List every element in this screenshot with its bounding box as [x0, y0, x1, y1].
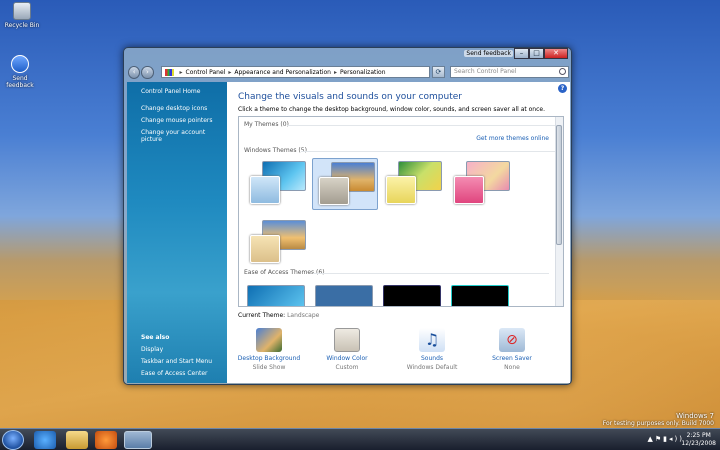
- current-theme-label: Current Theme:: [238, 312, 286, 319]
- watermark-build: For testing purposes only. Build 7000: [602, 420, 714, 427]
- theme-color-swatch: [386, 176, 416, 204]
- see-also-heading: See also: [141, 334, 170, 341]
- theme-landscape-selected[interactable]: [312, 158, 378, 210]
- current-theme-value: Landscape: [287, 312, 320, 319]
- ease-of-access-center-link[interactable]: Ease of Access Center: [141, 370, 208, 377]
- taskbar-start-menu-link[interactable]: Taskbar and Start Menu: [141, 358, 212, 365]
- sounds-link[interactable]: Sounds: [397, 355, 467, 362]
- media-player-icon[interactable]: [95, 431, 117, 449]
- windows-explorer-icon[interactable]: [66, 431, 88, 449]
- recycle-bin-desktop-icon[interactable]: Recycle Bin: [2, 2, 42, 29]
- group-divider: [287, 125, 557, 126]
- theme-high-contrast-1[interactable]: [383, 285, 441, 306]
- window-color-value: Custom: [335, 364, 359, 371]
- theme-architecture[interactable]: [244, 217, 310, 269]
- theme-high-contrast-2[interactable]: [451, 285, 509, 306]
- maximize-button[interactable]: □: [529, 48, 544, 59]
- my-themes-heading: My Themes (0): [244, 121, 289, 128]
- change-mouse-pointers-link[interactable]: Change mouse pointers: [141, 117, 227, 124]
- desktop-background-icon: [256, 328, 282, 352]
- help-icon[interactable]: ?: [558, 84, 567, 93]
- desktop-background-setting[interactable]: Desktop Background Slide Show: [234, 328, 304, 371]
- window-color-icon: [334, 328, 360, 352]
- taskbar: ▲⚑▮◂)) 2:25 PM 12/23/2008: [0, 428, 720, 450]
- theme-color-swatch: [319, 177, 349, 205]
- watermark-os: Windows 7: [676, 412, 714, 420]
- breadcrumb-arrow-icon: ▸: [179, 68, 183, 76]
- sounds-setting[interactable]: ♫ Sounds Windows Default: [397, 328, 467, 371]
- windows-themes-heading: Windows Themes (5): [244, 147, 307, 154]
- internet-explorer-icon[interactable]: [34, 431, 56, 449]
- theme-basic[interactable]: [247, 285, 305, 306]
- theme-color-swatch: [454, 176, 484, 204]
- system-tray-icons[interactable]: ▲⚑▮◂)): [648, 435, 685, 443]
- scrollbar-thumb[interactable]: [556, 125, 562, 245]
- theme-windows7[interactable]: [244, 158, 310, 210]
- navigation-bar: ‹ › ▸ Control Panel ▸ Appearance and Per…: [128, 64, 569, 80]
- clock-time: 2:25 PM: [686, 432, 711, 439]
- window-content: Control Panel Home Change desktop icons …: [127, 82, 570, 383]
- desktop-background-value: Slide Show: [252, 364, 286, 371]
- search-icon: [558, 68, 566, 75]
- search-input[interactable]: Search Control Panel: [450, 66, 569, 78]
- send-feedback-label: Send feedback: [6, 75, 34, 89]
- window-color-link[interactable]: Window Color: [312, 355, 382, 362]
- send-feedback-desktop-icon[interactable]: Send feedback: [0, 55, 40, 89]
- screen-saver-link[interactable]: Screen Saver: [477, 355, 547, 362]
- search-placeholder: Search Control Panel: [454, 68, 517, 75]
- display-link[interactable]: Display: [141, 346, 163, 353]
- personalization-window: Send feedback – □ ✕ ‹ › ▸ Control Panel …: [123, 47, 572, 385]
- send-feedback-link[interactable]: Send feedback: [464, 50, 513, 57]
- recycle-bin-label: Recycle Bin: [4, 22, 40, 29]
- personalization-taskbar-button[interactable]: [124, 431, 152, 449]
- start-button[interactable]: [2, 430, 24, 450]
- left-task-pane: Control Panel Home Change desktop icons …: [127, 82, 227, 383]
- minimize-button[interactable]: –: [514, 48, 529, 59]
- page-title: Change the visuals and sounds on your co…: [238, 92, 462, 102]
- feedback-icon: [11, 55, 29, 73]
- sounds-value: Windows Default: [406, 364, 458, 371]
- address-bar[interactable]: ▸ Control Panel ▸ Appearance and Persona…: [160, 66, 430, 78]
- page-subtitle: Click a theme to change the desktop back…: [238, 106, 545, 113]
- close-button[interactable]: ✕: [544, 48, 568, 59]
- breadcrumb-personalization[interactable]: Personalization: [340, 69, 386, 76]
- breadcrumb-arrow-icon[interactable]: ▸: [228, 69, 231, 76]
- screen-saver-value: None: [504, 364, 520, 371]
- theme-color-swatch: [250, 176, 280, 204]
- back-button[interactable]: ‹: [128, 65, 141, 79]
- current-theme: Current Theme: Landscape: [238, 312, 319, 319]
- theme-classic[interactable]: [315, 285, 373, 306]
- forward-button[interactable]: ›: [141, 65, 154, 79]
- clock[interactable]: 2:25 PM 12/23/2008: [681, 432, 716, 448]
- breadcrumb-arrow-icon[interactable]: ▸: [334, 69, 337, 76]
- control-panel-home-link[interactable]: Control Panel Home: [141, 88, 227, 95]
- control-panel-icon: [164, 68, 174, 76]
- theme-list: My Themes (0) Get more themes online Win…: [238, 116, 564, 307]
- theme-color-swatch: [250, 235, 280, 263]
- build-watermark: Windows 7 For testing purposes only. Bui…: [603, 412, 714, 428]
- sounds-icon: ♫: [419, 328, 445, 352]
- recycle-bin-icon: [13, 2, 31, 20]
- breadcrumb-appearance[interactable]: Appearance and Personalization: [234, 69, 331, 76]
- main-pane: ? Change the visuals and sounds on your …: [227, 82, 570, 383]
- title-bar[interactable]: Send feedback – □ ✕: [124, 48, 571, 62]
- screen-saver-icon: ⊘: [499, 328, 525, 352]
- get-more-themes-link[interactable]: Get more themes online: [476, 135, 549, 142]
- group-divider: [313, 273, 549, 274]
- refresh-button[interactable]: ⟳: [431, 66, 446, 78]
- theme-characters[interactable]: [448, 158, 514, 210]
- screen-saver-setting[interactable]: ⊘ Screen Saver None: [477, 328, 547, 371]
- window-color-setting[interactable]: Window Color Custom: [312, 328, 382, 371]
- clock-date: 12/23/2008: [681, 440, 716, 447]
- breadcrumb-control-panel[interactable]: Control Panel: [186, 69, 226, 76]
- group-divider: [301, 151, 563, 152]
- theme-nature[interactable]: [380, 158, 446, 210]
- change-desktop-icons-link[interactable]: Change desktop icons: [141, 105, 227, 112]
- change-account-picture-link[interactable]: Change your account picture: [141, 129, 227, 143]
- desktop-background-link[interactable]: Desktop Background: [234, 355, 304, 362]
